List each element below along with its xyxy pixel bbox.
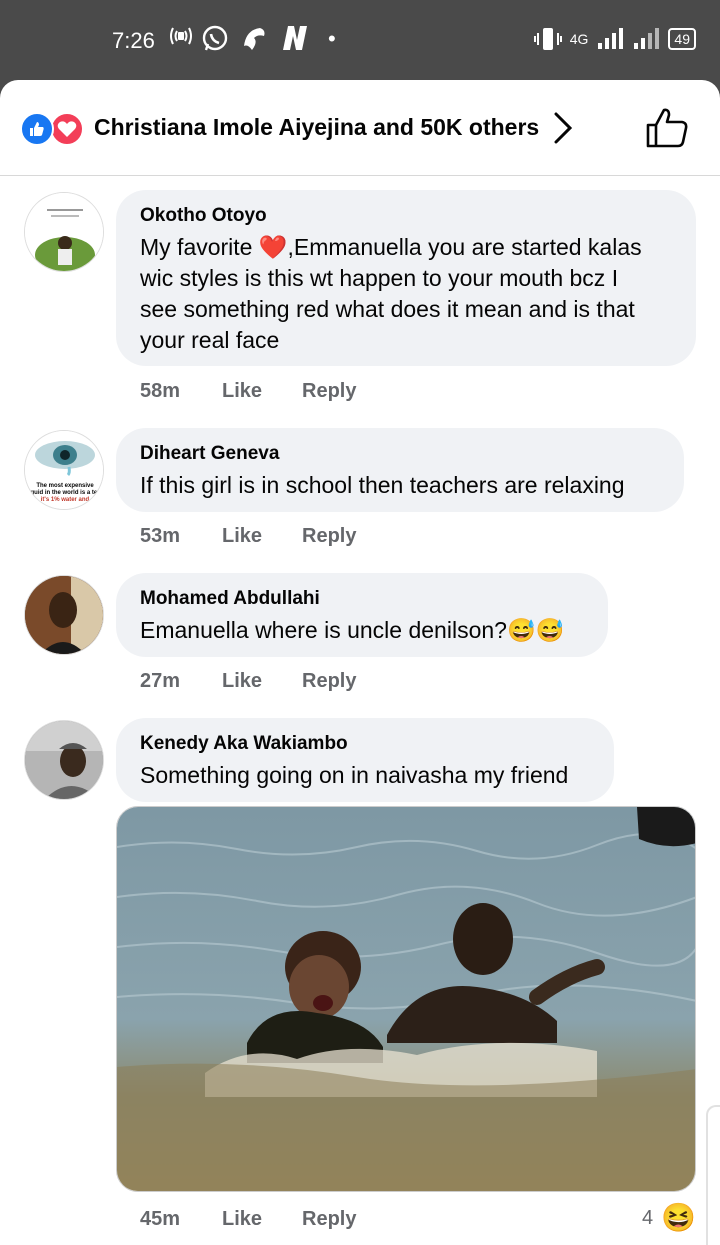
laughing-emoji-icon: 😆 <box>661 1202 696 1233</box>
battery-indicator: 49 <box>668 28 696 50</box>
comment-text: Emanuella where is uncle denilson?😅😅 <box>140 617 565 643</box>
comment-time: 27m <box>140 670 181 692</box>
avatar-caption-line: it's 1% water and <box>40 497 90 503</box>
like-reaction-icon <box>20 112 54 146</box>
side-scroll-handle[interactable] <box>706 1105 720 1245</box>
status-bar: 7:26 • 4G 49 <box>0 0 720 80</box>
vibrate-icon <box>533 28 562 50</box>
comment-time: 53m <box>140 525 181 547</box>
radio-waves-icon <box>168 24 194 54</box>
comment-bubble[interactable]: Mohamed Abdullahi Emanuella where is unc… <box>116 573 608 657</box>
comment-actions: 53m Like Reply <box>140 525 382 548</box>
avatar[interactable] <box>24 575 104 655</box>
reactions-bar[interactable]: Christiana Imole Aiyejina and 50K others <box>0 80 720 176</box>
comment-actions: 27m Like Reply <box>140 670 382 693</box>
avatar-caption-line: The most expensive <box>36 483 94 489</box>
reaction-count-value: 4 <box>642 1206 654 1229</box>
avatar[interactable] <box>24 720 104 800</box>
thumbs-up-icon[interactable] <box>644 106 690 150</box>
comment-author[interactable]: Kenedy Aka Wakiambo <box>140 732 590 756</box>
love-reaction-icon <box>50 112 84 146</box>
comments-sheet: Christiana Imole Aiyejina and 50K others… <box>0 80 720 1245</box>
like-button[interactable]: Like <box>222 380 302 403</box>
comment-reaction-count[interactable]: 4 😆 <box>642 1202 696 1234</box>
comment-author[interactable]: Mohamed Abdullahi <box>140 587 584 611</box>
reply-button[interactable]: Reply <box>302 1208 382 1231</box>
chevron-right-icon[interactable] <box>548 110 576 146</box>
signal-icon <box>598 28 624 49</box>
comment-time: 58m <box>140 380 181 402</box>
comment-text: If this girl is in school then teachers … <box>140 472 625 498</box>
comment-author[interactable]: Okotho Otoyo <box>140 204 672 228</box>
comment-author[interactable]: Diheart Geneva <box>140 442 660 466</box>
avatar[interactable] <box>24 192 104 272</box>
like-button[interactable]: Like <box>222 525 302 548</box>
comment-time: 45m <box>140 1208 181 1230</box>
comment-photo[interactable] <box>116 806 696 1192</box>
avatar[interactable]: The most expensive liquid in the world i… <box>24 430 104 510</box>
whatsapp-icon <box>200 24 230 60</box>
bird-app-icon <box>240 24 268 60</box>
signal-icon-2 <box>634 28 660 49</box>
comment-bubble[interactable]: Kenedy Aka Wakiambo Something going on i… <box>116 718 614 802</box>
avatar-caption-line: liquid in the world is a tear <box>27 490 103 496</box>
status-right: 4G 49 <box>533 26 696 52</box>
comment-actions: 58m Like Reply <box>140 380 382 403</box>
network-type: 4G <box>569 31 589 47</box>
comment-text: Something going on in naivasha my friend <box>140 762 569 788</box>
comment-text: My favorite ❤️,Emmanuella you are starte… <box>140 234 642 353</box>
notification-dot-icon: • <box>328 26 336 51</box>
like-button[interactable]: Like <box>222 1208 302 1231</box>
n-app-icon <box>280 24 310 58</box>
reply-button[interactable]: Reply <box>302 380 382 403</box>
comment-bubble[interactable]: Okotho Otoyo My favorite ❤️,Emmanuella y… <box>116 190 696 366</box>
comment-bubble[interactable]: Diheart Geneva If this girl is in school… <box>116 428 684 512</box>
reaction-icons <box>20 112 90 146</box>
status-time: 7:26 <box>112 28 155 53</box>
reply-button[interactable]: Reply <box>302 670 382 693</box>
reply-button[interactable]: Reply <box>302 525 382 548</box>
reactors-summary[interactable]: Christiana Imole Aiyejina and 50K others <box>94 114 539 141</box>
comment-actions: 45m Like Reply <box>140 1208 382 1231</box>
like-button[interactable]: Like <box>222 670 302 693</box>
